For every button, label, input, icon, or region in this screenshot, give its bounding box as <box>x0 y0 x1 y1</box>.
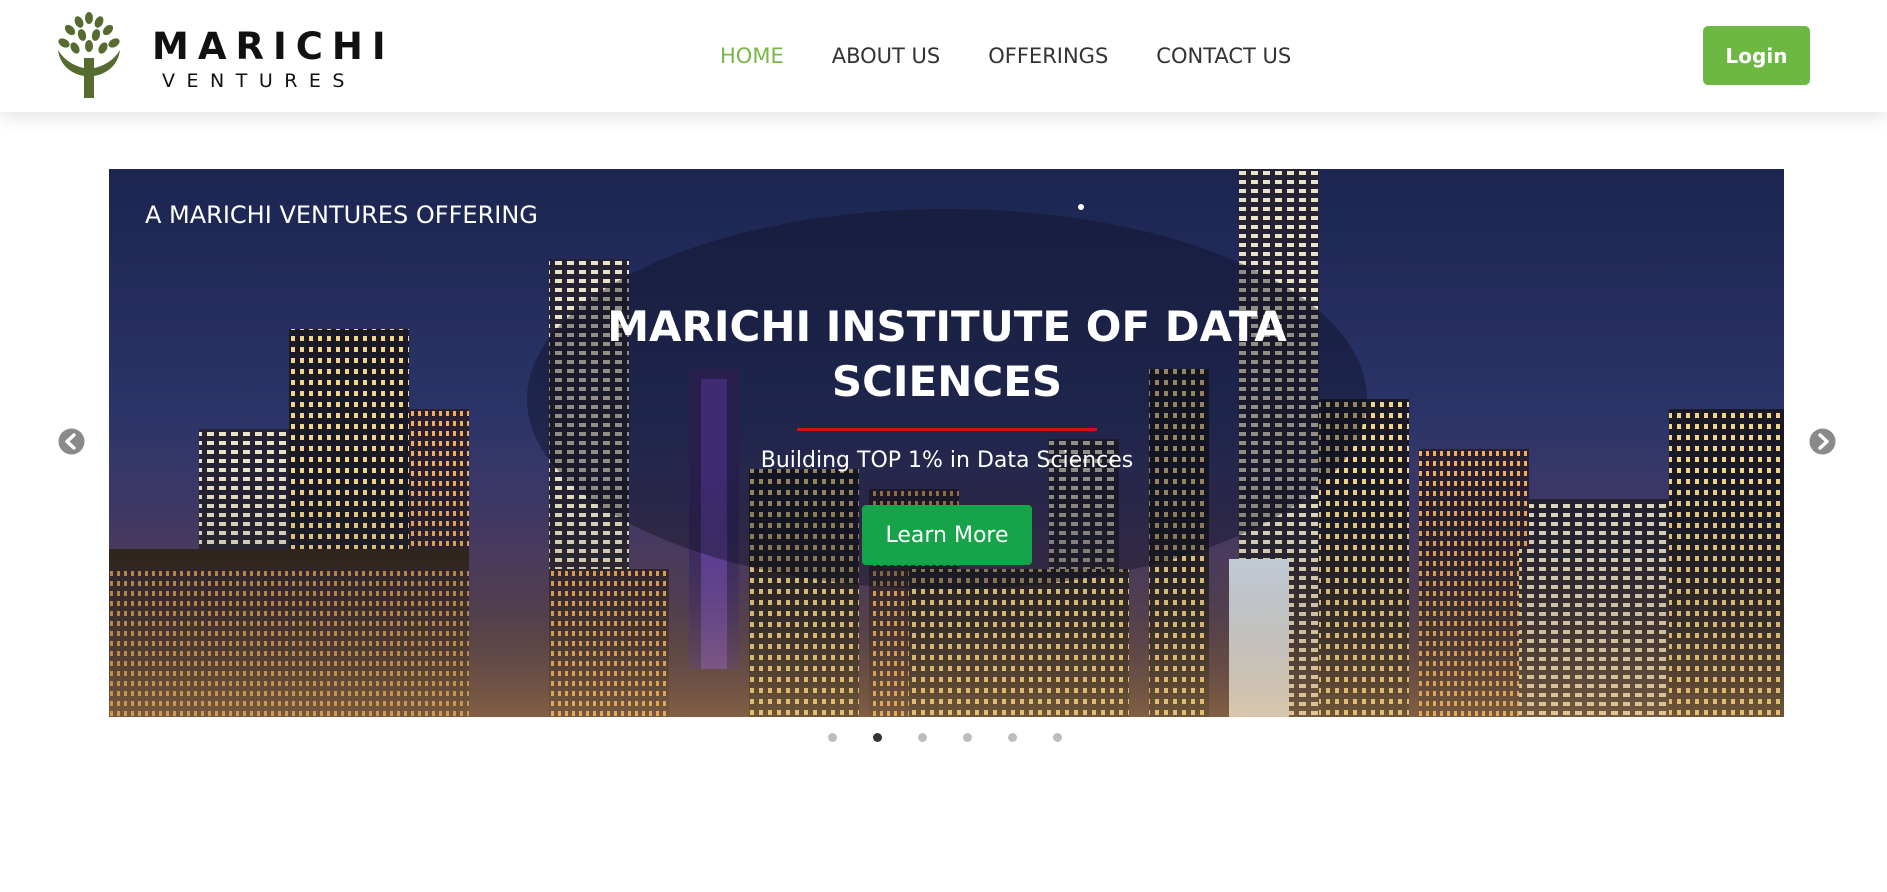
slider-pagination <box>828 733 1098 743</box>
login-button[interactable]: Login <box>1703 26 1810 85</box>
nav-item-contact-us[interactable]: CONTACT US <box>1156 40 1291 72</box>
city-skyline-image <box>109 169 1784 717</box>
slide-subtitle: Building TOP 1% in Data Sciences <box>760 448 1134 473</box>
slide-title: MARICHI INSTITUTE OF DATA SCIENCES <box>607 302 1287 406</box>
slider-dot-6[interactable] <box>1053 733 1062 742</box>
nav-item-about-us[interactable]: ABOUT US <box>832 40 941 72</box>
main-nav: HOME ABOUT US OFFERINGS CONTACT US <box>720 40 1339 72</box>
slider-dot-5[interactable] <box>1008 733 1017 742</box>
title-divider <box>797 428 1097 431</box>
brand-logo[interactable]: MARICHI VENTURES <box>52 10 392 100</box>
brand-name: MARICHI <box>152 25 395 68</box>
slider-dot-4[interactable] <box>963 733 972 742</box>
chevron-right-circle-icon[interactable] <box>1809 428 1836 455</box>
chevron-left-circle-icon[interactable] <box>58 428 85 455</box>
hero-slider: A MARICHI VENTURES OFFERING MARICHI INST… <box>109 169 1784 717</box>
slider-dot-2[interactable] <box>873 733 882 742</box>
brand-subname: VENTURES <box>162 70 356 92</box>
slider-dot-3[interactable] <box>918 733 927 742</box>
tree-hands-logo-icon <box>58 12 120 98</box>
slider-dot-1[interactable] <box>828 733 837 742</box>
nav-item-home[interactable]: HOME <box>720 40 784 72</box>
nav-item-offerings[interactable]: OFFERINGS <box>988 40 1108 72</box>
slide-tagline: A MARICHI VENTURES OFFERING <box>145 201 538 229</box>
learn-more-button[interactable]: Learn More <box>862 505 1032 565</box>
site-header: MARICHI VENTURES HOME ABOUT US OFFERINGS… <box>0 0 1887 112</box>
